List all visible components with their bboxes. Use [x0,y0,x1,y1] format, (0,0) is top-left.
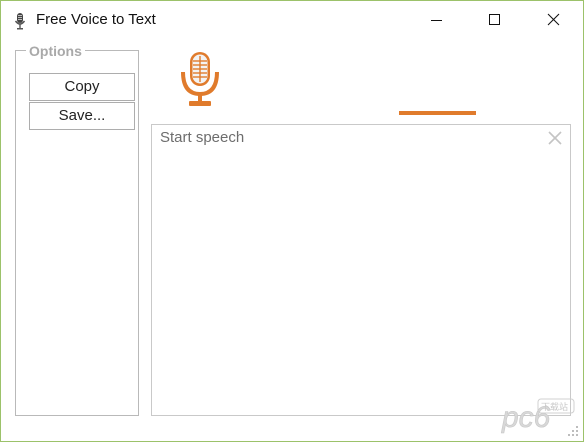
title-bar[interactable]: Free Voice to Text [1,1,583,39]
copy-button[interactable]: Copy [29,73,135,101]
clear-close-icon[interactable] [546,129,564,147]
audio-level-bar [399,111,476,115]
maximize-icon [489,14,500,25]
speech-text-area[interactable] [151,124,571,416]
options-legend: Options [26,43,85,59]
minimize-icon [431,20,442,21]
minimize-button[interactable] [407,1,465,39]
close-button[interactable] [523,1,581,39]
window-title: Free Voice to Text [36,11,156,28]
watermark-sub: 下载站 [541,401,568,413]
app-microphone-icon [14,13,26,30]
close-icon [547,13,560,26]
save-button[interactable]: Save... [29,102,135,130]
pc6-watermark-logo: pc6 下载站 [501,398,575,434]
maximize-button[interactable] [465,1,523,39]
speech-placeholder: Start speech [160,129,245,146]
microphone-icon[interactable] [178,50,222,110]
